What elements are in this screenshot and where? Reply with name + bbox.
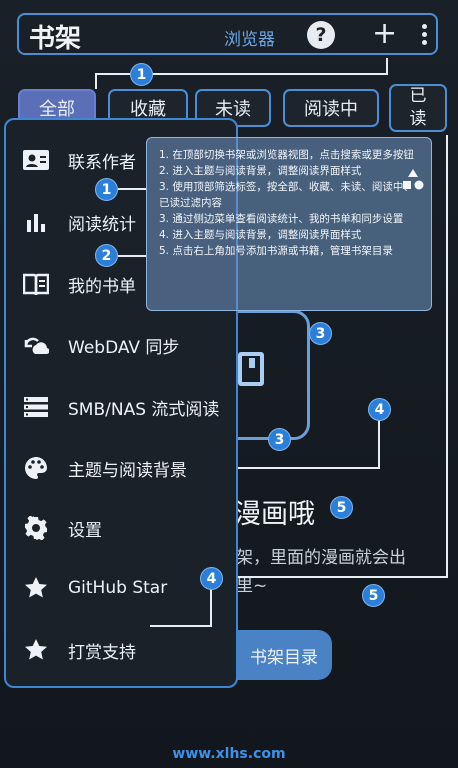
callout-badge-1: 1 [95,178,118,201]
help-icon[interactable]: ? [307,21,335,49]
tip-item: 5. 点击右上角加号添加书源或书籍，管理书架目录 [159,245,393,257]
more-vert-icon[interactable] [422,24,428,46]
drawer-item-theme[interactable]: 主题与阅读背景 [6,448,236,488]
connector-line [236,467,380,469]
connector-line [118,255,146,257]
drawer-label: WebDAV 同步 [68,337,180,358]
drawer-label: 阅读统计 [68,214,136,235]
empty-state-title: 漫画哦 [234,499,315,530]
bookmark-book-icon [238,352,264,386]
add-icon[interactable]: + [372,16,397,51]
cloud-sync-icon [22,331,50,359]
drawer-label: 我的书单 [68,276,136,297]
storage-icon [22,393,50,421]
drawer-item-smb-nas[interactable]: SMB/NAS 流式阅读 [6,387,236,427]
connector-line [378,418,380,468]
tab-reading[interactable]: 阅读中 [283,89,379,127]
star-icon [22,636,50,664]
connector-line [236,576,448,578]
connector-line [95,73,97,89]
palette-icon [22,454,50,482]
tip-item: 3. 通过侧边菜单查看阅读统计、我的书单和同步设置 [159,213,404,225]
top-app-bar: 书架 浏览器 ? + [17,13,438,55]
connector-line [150,625,212,627]
callout-badge-2: 2 [95,244,118,267]
tip-item: 3. 使用顶部筛选标签，按全部、收藏、未读、阅读中、已读过滤内容 [159,181,414,209]
tips-panel: 1. 在顶部切换书架或浏览器视图，点击搜索或更多按钮 2. 进入主题与阅读背景，… [146,137,432,311]
connector-line [210,588,212,626]
connector-line [386,58,388,75]
drawer-label: 打赏支持 [68,642,136,663]
gear-icon [22,514,50,542]
connector-line [118,188,146,190]
bar-chart-icon [22,208,50,236]
page-title: 书架 [29,24,82,54]
book-open-icon [22,270,50,298]
drawer-label: 联系作者 [68,152,136,173]
drawer-label: 设置 [68,520,102,541]
callout-badge-3: 3 [309,322,332,345]
drawer-label: 主题与阅读背景 [68,460,187,481]
callout-badge-4: 4 [200,567,223,590]
drawer-item-settings[interactable]: 设置 [6,508,236,548]
drawer-item-donate[interactable]: 打赏支持 [6,630,236,670]
connector-line [446,135,448,577]
tab-read-line1: 已 [409,86,427,106]
shapes-icon [401,168,425,194]
tip-item: 4. 进入主题与阅读背景，调整阅读界面样式 [159,229,362,241]
contact-card-icon [22,146,50,174]
tip-item: 2. 进入主题与阅读背景，调整阅读界面样式 [159,165,362,177]
drawer-item-webdav-sync[interactable]: WebDAV 同步 [6,325,236,365]
callout-badge-5: 5 [330,496,353,519]
browser-tab-link[interactable]: 浏览器 [224,25,275,50]
tab-read-line2: 读 [409,109,427,129]
tab-read[interactable]: 已 读 [389,84,447,132]
callout-badge-5: 5 [362,584,385,607]
drawer-label: SMB/NAS 流式阅读 [68,399,220,420]
app-screen: 书架 浏览器 ? + 漫画哦 架，里面的漫画就会出 里~ 书架目录 全部 收藏 … [0,0,458,768]
footer-url[interactable]: www.xlhs.com [0,746,458,762]
callout-badge-1: 1 [130,63,153,86]
star-icon [22,574,50,602]
callout-badge-3: 3 [268,428,291,451]
empty-desc-line1: 架，里面的漫画就会出 [236,548,406,568]
tip-item: 1. 在顶部切换书架或浏览器视图，点击搜索或更多按钮 [159,149,414,161]
callout-badge-4: 4 [368,398,391,421]
drawer-label: GitHub Star [68,578,168,598]
